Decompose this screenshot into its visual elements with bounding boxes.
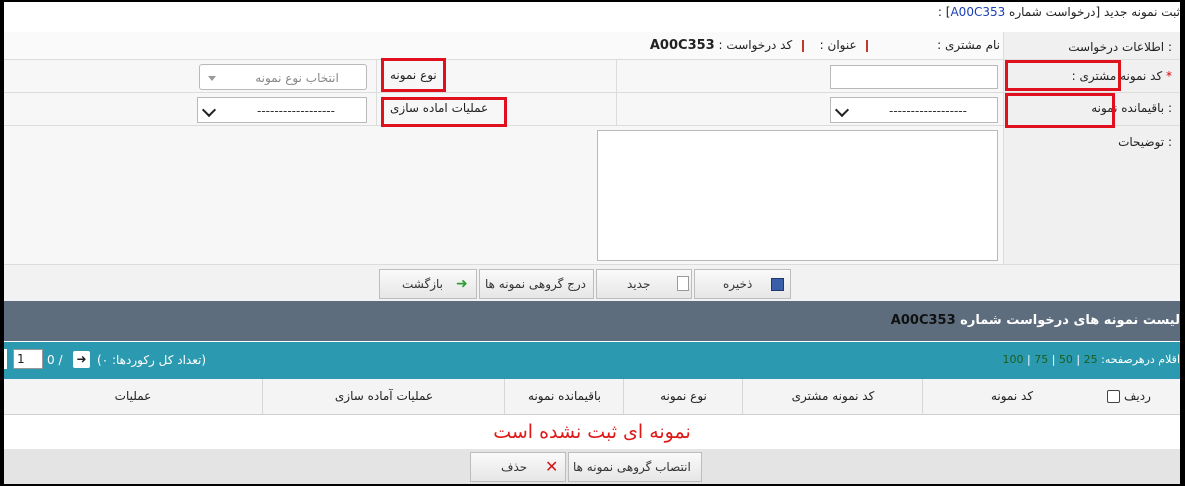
prep-ops-value: ------------------ <box>257 104 335 118</box>
form-row-remainder: باقیمانده نمونه : ------------------ عمل… <box>4 93 1180 126</box>
page-size-75[interactable]: 75 <box>1034 353 1048 366</box>
request-code-value: A00C353 <box>649 38 715 53</box>
customer-name-label: نام مشتری : <box>937 38 1000 52</box>
subject-label: عنوان : <box>819 38 857 52</box>
description-label-cell: توضیحات : <box>1003 126 1180 264</box>
description-label: توضیحات : <box>1118 135 1172 149</box>
column-customer-sample-code[interactable]: کد نمونه مشتری <box>742 379 923 414</box>
grid-toolbar: اقلام درهرصفحه: 25 | 50 | 75 | 100 (تعدا… <box>4 342 1180 379</box>
column-sample-code[interactable]: کد نمونه <box>922 379 1101 414</box>
column-row-label: ردیف <box>1124 389 1151 403</box>
column-divider <box>376 93 377 125</box>
column-prep-ops[interactable]: عملیات آماده سازی <box>262 379 505 414</box>
page-total: 0 <box>47 353 55 367</box>
separator <box>866 39 869 52</box>
dropdown-arrow-icon <box>208 76 216 81</box>
request-info-label-cell: اطلاعات درخواست : <box>1003 32 1180 59</box>
page-size-label: اقلام درهرصفحه: <box>1101 353 1180 366</box>
page-size-100[interactable]: 100 <box>1003 353 1024 366</box>
delete-button[interactable]: ✕ حذف <box>470 452 566 482</box>
page-frame: ثبت نمونه جدید [درخواست شماره A00C353] :… <box>4 2 1180 484</box>
column-sample-remainder[interactable]: باقیمانده نمونه <box>504 379 624 414</box>
save-label: ذخیره <box>723 277 753 291</box>
chevron-down-icon <box>834 102 850 118</box>
list-title-code: A00C353 <box>890 313 956 328</box>
highlight-prep-ops <box>381 97 507 127</box>
page-size-selector: اقلام درهرصفحه: 25 | 50 | 75 | 100 <box>1002 353 1180 366</box>
highlight-sample-type <box>381 58 446 92</box>
next-page-icon[interactable]: ➜ <box>73 351 90 368</box>
bulk-insert-button[interactable]: درج گروهی نمونه ها <box>479 269 594 299</box>
page-size-50[interactable]: 50 <box>1059 353 1073 366</box>
request-info-row: اطلاعات درخواست : نام مشتری : عنوان : کد… <box>4 32 1180 60</box>
new-label: جدید <box>627 277 651 291</box>
required-marker: * <box>1166 69 1172 83</box>
title-prefix: ثبت نمونه جدید [درخواست شماره <box>1005 5 1180 19</box>
sample-remainder-select[interactable]: ------------------ <box>830 97 998 123</box>
bulk-assign-button[interactable]: انتصاب گروهی نمونه ها <box>568 452 702 482</box>
delete-label: حذف <box>501 460 528 474</box>
floppy-disk-icon <box>771 278 784 291</box>
request-info-fields: نام مشتری : عنوان : کد درخواست : A00C353 <box>650 38 1000 53</box>
request-code-label: کد درخواست : <box>718 38 793 52</box>
column-divider <box>376 60 377 92</box>
total-records: (تعداد کل رکوردها: ۰) <box>97 353 207 367</box>
page-separator: / <box>58 353 63 367</box>
description-textarea[interactable] <box>597 130 998 261</box>
customer-sample-code-input[interactable] <box>830 65 998 89</box>
arrow-right-icon: ➜ <box>456 276 468 292</box>
separator <box>802 39 804 52</box>
request-info-label: اطلاعات درخواست : <box>1068 40 1172 54</box>
list-title: لیست نمونه های درخواست شماره A00C353 <box>891 313 1180 328</box>
save-button[interactable]: ذخیره <box>694 269 791 299</box>
request-number-link[interactable]: A00C353 <box>950 5 1005 19</box>
new-button[interactable]: جدید <box>596 269 692 299</box>
highlight-sample-remainder <box>1005 93 1115 128</box>
form-row-sample-code: * کد نمونه مشتری : نوع نمونه انتخاب نوع … <box>4 60 1180 93</box>
page-input-edge <box>4 349 7 369</box>
chevron-down-icon <box>201 102 217 118</box>
table-header-row: ردیف کد نمونه کد نمونه مشتری نوع نمونه ب… <box>4 379 1180 415</box>
form-row-description: توضیحات : <box>4 126 1180 265</box>
empty-table-message: نمونه ای ثبت نشده است <box>4 415 1180 449</box>
back-label: بازگشت <box>402 277 443 291</box>
column-operations: عملیات <box>114 389 152 403</box>
delete-x-icon: ✕ <box>545 457 559 476</box>
page-number-input[interactable]: 1 <box>13 349 43 369</box>
sample-remainder-value: ------------------ <box>889 104 967 118</box>
back-button[interactable]: ➜ بازگشت <box>379 269 477 299</box>
column-row: ردیف <box>1100 379 1180 414</box>
bulk-assign-label: انتصاب گروهی نمونه ها <box>573 460 691 474</box>
column-sample-type[interactable]: نوع نمونه <box>623 379 743 414</box>
bulk-insert-label: درج گروهی نمونه ها <box>485 277 587 291</box>
prep-ops-select[interactable]: ------------------ <box>197 97 367 123</box>
page-size-25[interactable]: 25 <box>1084 353 1098 366</box>
new-document-icon <box>677 276 689 291</box>
title-suffix: ] : <box>937 5 951 19</box>
sample-type-select[interactable]: انتخاب نوع نمونه <box>199 64 367 90</box>
sample-type-placeholder: انتخاب نوع نمونه <box>255 71 339 85</box>
highlight-customer-sample-code <box>1005 60 1121 91</box>
list-title-text: لیست نمونه های درخواست شماره <box>960 313 1180 328</box>
select-all-checkbox[interactable] <box>1107 390 1120 403</box>
column-divider <box>616 93 617 125</box>
list-header: لیست نمونه های درخواست شماره A00C353 <box>4 301 1180 341</box>
column-divider <box>616 60 617 92</box>
page-title: ثبت نمونه جدید [درخواست شماره A00C353] : <box>938 2 1180 22</box>
page-indicator: 0 / <box>47 353 63 367</box>
